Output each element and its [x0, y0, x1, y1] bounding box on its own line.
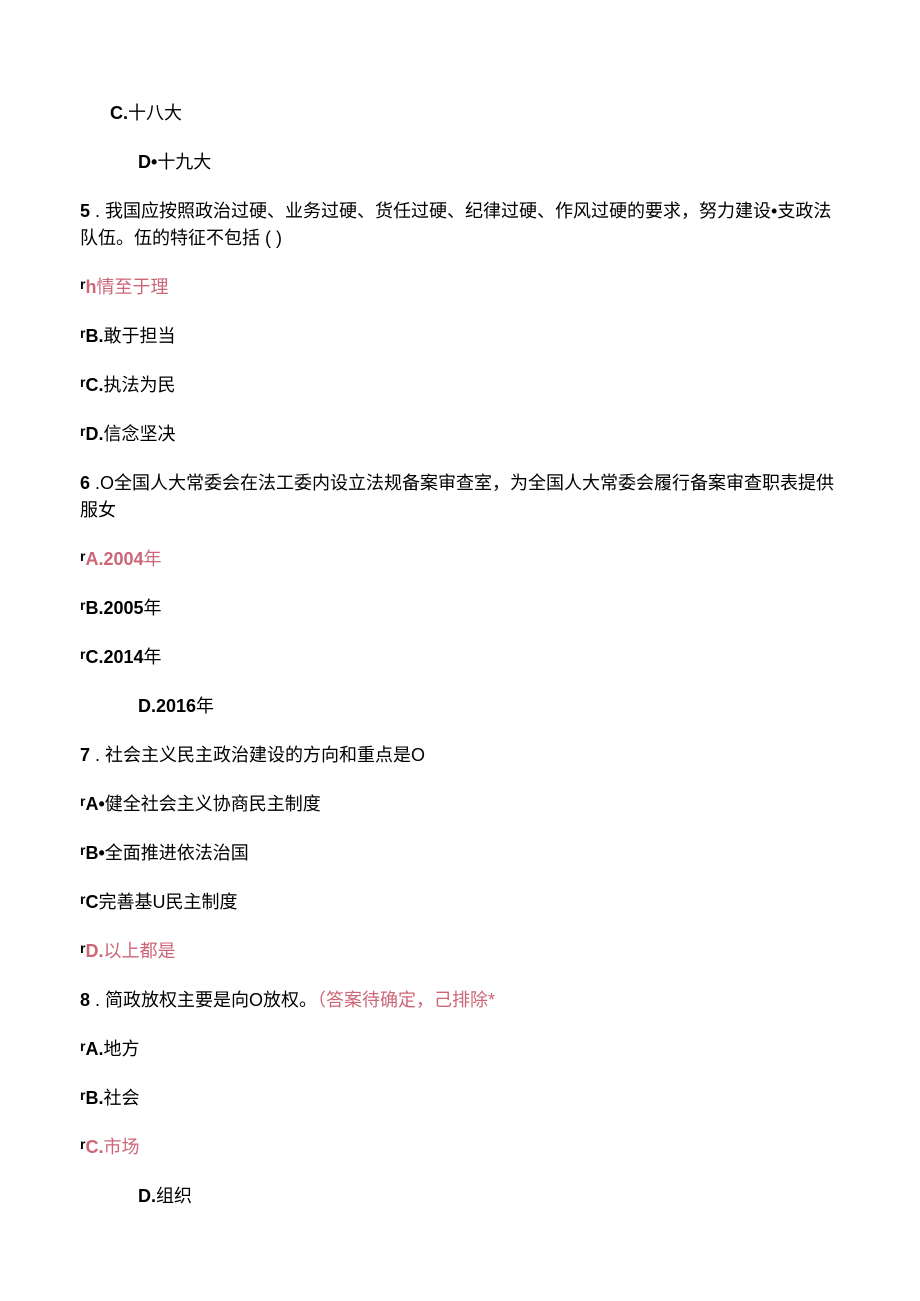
option-label: h — [85, 277, 96, 297]
option-text: 以上都是 — [103, 941, 175, 961]
question-text: . 社会主义民主政治建设的方向和重点是O — [90, 745, 425, 765]
q4-option-c: C.十八大 — [110, 100, 840, 127]
question-number: 5 — [80, 201, 90, 221]
option-text: 市场 — [103, 1137, 139, 1157]
q8-option-a: rA.地方 — [80, 1036, 840, 1063]
option-text: 年 — [144, 598, 162, 618]
q5-option-c: rC.执法为民 — [80, 372, 840, 399]
option-text: 年 — [144, 549, 162, 569]
option-label: D.2016 — [138, 696, 196, 716]
q7-option-a: rA•健全社会主义协商民主制度 — [80, 791, 840, 818]
option-text: 健全社会主义协商民主制度 — [105, 794, 321, 814]
option-label: D. — [85, 941, 103, 961]
question-text: . 我国应按照政治过硬、业务过硬、货任过硬、纪律过硬、作风过硬的要求，努力建设•… — [80, 201, 831, 248]
q5-option-b: rB.敢于担当 — [80, 323, 840, 350]
option-text: 组织 — [156, 1186, 192, 1206]
question-text: .O全国人大常委会在法工委内设立法规备案审查室，为全国人大常委会履行备案审查职表… — [80, 473, 834, 520]
q8-option-c: rC.市场 — [80, 1134, 840, 1161]
option-label: A• — [85, 794, 104, 814]
q5-option-a: rh情至于理 — [80, 274, 840, 301]
option-label: C — [85, 892, 98, 912]
q6-option-d: D.2016年 — [138, 693, 840, 720]
q6-option-c: rC.2014年 — [80, 644, 840, 671]
option-text: 十八大 — [128, 103, 182, 123]
option-text: 敢于担当 — [103, 326, 175, 346]
option-label: A.2004 — [85, 549, 143, 569]
option-label: D. — [85, 424, 103, 444]
q7-option-d: rD.以上都是 — [80, 938, 840, 965]
option-text: 十九大 — [157, 152, 211, 172]
option-text: 执法为民 — [103, 375, 175, 395]
question-number: 6 — [80, 473, 90, 493]
option-label: B• — [85, 843, 104, 863]
option-text: 社会 — [103, 1088, 139, 1108]
option-text: 完善基U民主制度 — [98, 892, 237, 912]
q6-option-a: rA.2004年 — [80, 546, 840, 573]
q5-option-d: rD.信念坚决 — [80, 421, 840, 448]
q5-question: 5 . 我国应按照政治过硬、业务过硬、货任过硬、纪律过硬、作风过硬的要求，努力建… — [80, 198, 840, 252]
option-text: 信念坚决 — [103, 424, 175, 444]
q8-option-d: D.组织 — [138, 1183, 840, 1210]
option-label: B. — [85, 1088, 103, 1108]
question-text: . 简政放权主要是向O放权。 — [90, 990, 317, 1010]
q8-option-b: rB.社会 — [80, 1085, 840, 1112]
option-label: D. — [138, 1186, 156, 1206]
option-label: C. — [110, 103, 128, 123]
q7-question: 7 . 社会主义民主政治建设的方向和重点是O — [80, 742, 840, 769]
option-label: A. — [85, 1039, 103, 1059]
option-text: 全面推进依法治国 — [105, 843, 249, 863]
option-text: 情至于理 — [96, 277, 168, 297]
option-label: D• — [138, 152, 157, 172]
q7-option-b: rB•全面推进依法治国 — [80, 840, 840, 867]
option-text: 年 — [196, 696, 214, 716]
option-label: C. — [85, 375, 103, 395]
option-label: B. — [85, 326, 103, 346]
q6-option-b: rB.2005年 — [80, 595, 840, 622]
question-number: 8 — [80, 990, 90, 1010]
question-note: （答案待确定，己排除* — [317, 990, 495, 1010]
q6-question: 6 .O全国人大常委会在法工委内设立法规备案审查室，为全国人大常委会履行备案审查… — [80, 470, 840, 524]
option-label: C.2014 — [85, 647, 143, 667]
option-text: 地方 — [103, 1039, 139, 1059]
option-text: 年 — [144, 647, 162, 667]
option-label: C. — [85, 1137, 103, 1157]
option-label: B.2005 — [85, 598, 143, 618]
q8-question: 8 . 简政放权主要是向O放权。（答案待确定，己排除* — [80, 987, 840, 1014]
q4-option-d: D•十九大 — [138, 149, 840, 176]
q7-option-c: rC完善基U民主制度 — [80, 889, 840, 916]
question-number: 7 — [80, 745, 90, 765]
